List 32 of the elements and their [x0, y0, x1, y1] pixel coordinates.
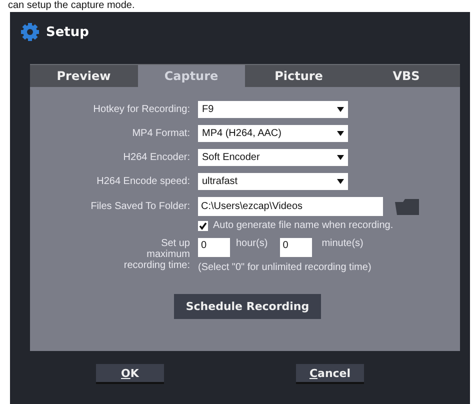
window-title: Setup [46, 24, 89, 40]
field-label: H264 Encoder: [122, 152, 190, 163]
field-label: MP4 Format: [131, 128, 190, 139]
caption-text: can setup the capture mode. [7, 0, 135, 12]
tab[interactable]: Picture [245, 64, 352, 87]
caret-icon [337, 179, 344, 184]
dropdown[interactable]: ultrafast [198, 173, 348, 190]
hours-field[interactable]: 0 [198, 238, 230, 257]
dialog-button[interactable]: OK [96, 364, 164, 384]
field-label: Hotkey for Recording: [92, 104, 190, 115]
unit-label: hour(s) [236, 238, 268, 249]
caret-icon [337, 107, 344, 112]
gear-icon [20, 22, 40, 42]
field-label: H264 Encode speed: [96, 176, 190, 187]
field-label: Files Saved To Folder: [90, 201, 190, 212]
dropdown[interactable]: Soft Encoder [198, 149, 348, 166]
dialog-button[interactable]: Cancel [296, 364, 364, 384]
unit-label: minute(s) [322, 238, 364, 249]
tab[interactable]: VBS [352, 64, 460, 87]
dropdown[interactable]: F9 [198, 101, 348, 118]
tab[interactable]: Preview [30, 64, 138, 87]
caret-icon [337, 131, 344, 136]
checkbox-label: Auto generate file name when recording. [213, 220, 394, 231]
field-label: Set up maximum recording time: [122, 238, 190, 271]
minutes-field[interactable]: 0 [280, 238, 312, 257]
folder-icon[interactable] [395, 198, 419, 214]
schedule-recording-button[interactable]: Schedule Recording [174, 294, 322, 319]
folder-path-field[interactable]: C:\Users\ezcap\Videos [198, 197, 383, 216]
hint-text: (Select "0" for unlimited recording time) [198, 262, 372, 273]
caret-icon [337, 155, 344, 160]
dropdown[interactable]: MP4 (H264, AAC) [198, 125, 348, 142]
checkbox[interactable] [198, 220, 208, 230]
